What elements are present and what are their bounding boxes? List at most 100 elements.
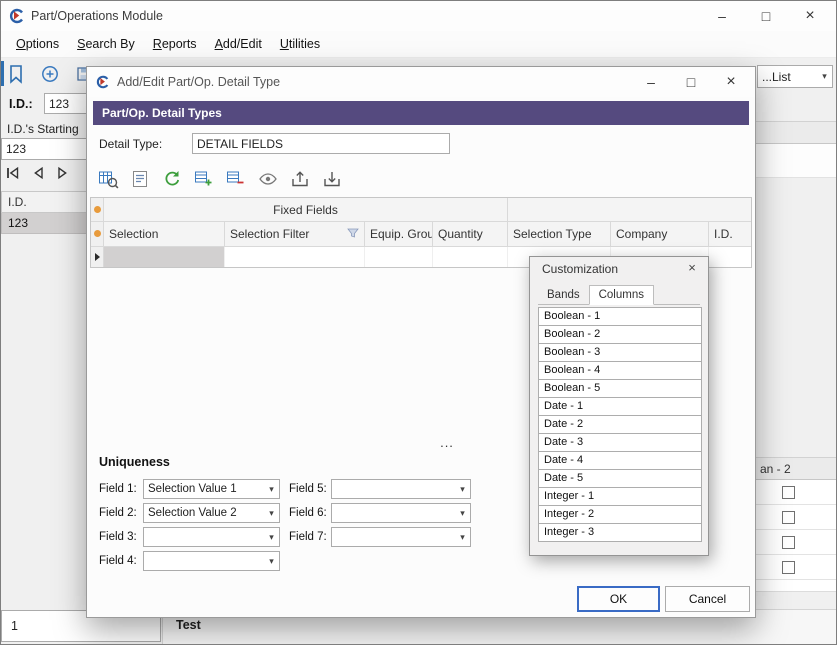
nav-next-icon[interactable] bbox=[53, 164, 73, 182]
dropdown-value: Selection Value 1 bbox=[144, 483, 264, 495]
tab-columns[interactable]: Columns bbox=[589, 285, 654, 305]
close-button[interactable]: × bbox=[788, 1, 832, 31]
customization-list-item[interactable]: Boolean - 5 bbox=[538, 379, 702, 398]
id-label: I.D.: bbox=[9, 97, 33, 111]
field-dropdown[interactable]: Selection Value 2▾ bbox=[143, 503, 280, 523]
col-selection-filter[interactable]: Selection Filter bbox=[225, 222, 365, 246]
field-dropdown[interactable]: ▾ bbox=[143, 527, 280, 547]
customization-list-item[interactable]: Integer - 3 bbox=[538, 523, 702, 542]
col-id[interactable]: I.D. bbox=[709, 222, 752, 246]
tab-bands[interactable]: Bands bbox=[538, 286, 589, 304]
customization-list-item[interactable]: Boolean - 1 bbox=[538, 307, 702, 326]
customization-list-item[interactable]: Date - 4 bbox=[538, 451, 702, 470]
customization-list-item[interactable]: Boolean - 2 bbox=[538, 325, 702, 344]
delete-row-icon[interactable] bbox=[225, 168, 247, 190]
eye-icon[interactable] bbox=[257, 168, 279, 190]
menu-bar: OptionsSearch ByReportsAdd/EditUtilities bbox=[1, 31, 836, 58]
field-dropdown[interactable]: ▾ bbox=[331, 527, 471, 547]
dialog-toolbar bbox=[97, 167, 343, 191]
background-grid-header bbox=[756, 121, 837, 144]
ok-button[interactable]: OK bbox=[577, 586, 660, 612]
customization-list-item[interactable]: Date - 5 bbox=[538, 469, 702, 488]
grid-search-icon[interactable] bbox=[97, 168, 119, 190]
chevron-down-icon[interactable]: ▾ bbox=[455, 508, 470, 519]
detail-type-input[interactable]: DETAIL FIELDS bbox=[192, 133, 450, 154]
col-selection-type[interactable]: Selection Type bbox=[508, 222, 611, 246]
nav-first-icon[interactable] bbox=[3, 164, 23, 182]
field-dropdown[interactable]: ▾ bbox=[331, 503, 471, 523]
chevron-down-icon[interactable]: ▾ bbox=[264, 484, 279, 495]
add-row-icon[interactable] bbox=[193, 168, 215, 190]
menu-item-options[interactable]: Options bbox=[7, 33, 68, 55]
form-view-icon[interactable] bbox=[129, 168, 151, 190]
row-indicator-cell bbox=[91, 247, 104, 267]
cell-selection[interactable] bbox=[104, 247, 225, 267]
col-company[interactable]: Company bbox=[611, 222, 709, 246]
field-dropdown[interactable]: ▾ bbox=[331, 479, 471, 499]
refresh-icon[interactable] bbox=[161, 168, 183, 190]
dialog-minimize-button[interactable]: – bbox=[631, 67, 671, 97]
ids-starting-input[interactable]: 123 bbox=[1, 138, 88, 160]
customization-panel: Customization × BandsColumns Boolean - 1… bbox=[529, 256, 709, 556]
chevron-down-icon[interactable]: ▾ bbox=[817, 71, 832, 82]
left-grid-selected-row[interactable]: 123 bbox=[1, 213, 88, 234]
checkbox[interactable] bbox=[782, 536, 795, 549]
cell-id[interactable] bbox=[709, 247, 752, 267]
menu-item-search-by[interactable]: Search By bbox=[68, 33, 144, 55]
chevron-down-icon[interactable]: ▾ bbox=[264, 532, 279, 543]
col-quantity[interactable]: Quantity bbox=[433, 222, 508, 246]
dialog-maximize-button[interactable]: □ bbox=[671, 67, 711, 97]
nav-prev-icon[interactable] bbox=[28, 164, 48, 182]
dialog-close-button[interactable]: × bbox=[711, 67, 751, 97]
customization-list-item[interactable]: Integer - 2 bbox=[538, 505, 702, 524]
customization-list-item[interactable]: Date - 1 bbox=[538, 397, 702, 416]
menu-item-utilities[interactable]: Utilities bbox=[271, 33, 329, 55]
band-fixed-fields[interactable]: Fixed Fields bbox=[104, 198, 508, 222]
checkbox[interactable] bbox=[782, 486, 795, 499]
chevron-down-icon[interactable]: ▾ bbox=[264, 556, 279, 567]
field-label: Field 7: bbox=[289, 531, 331, 543]
col-selection[interactable]: Selection bbox=[104, 222, 225, 246]
customization-list-item[interactable]: Date - 3 bbox=[538, 433, 702, 452]
chevron-down-icon[interactable]: ▾ bbox=[264, 508, 279, 519]
customization-list-item[interactable]: Date - 2 bbox=[538, 415, 702, 434]
main-window: Part/Operations Module – □ × OptionsSear… bbox=[0, 0, 837, 645]
customization-list-item[interactable]: Boolean - 4 bbox=[538, 361, 702, 380]
uniqueness-field-row: Field 7: ▾ bbox=[289, 527, 471, 547]
bookmark-icon[interactable] bbox=[5, 63, 27, 85]
menu-item-reports[interactable]: Reports bbox=[144, 33, 206, 55]
background-combo[interactable]: ...List ▾ bbox=[757, 65, 833, 88]
id-input[interactable]: 123 bbox=[44, 93, 89, 114]
right-panel-header[interactable]: an - 2 bbox=[756, 457, 837, 480]
cancel-button[interactable]: Cancel bbox=[665, 586, 750, 612]
cell-equip-group[interactable] bbox=[365, 247, 433, 267]
left-grid-header[interactable]: I.D. bbox=[1, 191, 88, 213]
menu-item-add-edit[interactable]: Add/Edit bbox=[206, 33, 271, 55]
table-row bbox=[756, 530, 837, 555]
customization-list-item[interactable]: Boolean - 3 bbox=[538, 343, 702, 362]
dialog-window-controls: – □ × bbox=[631, 67, 751, 97]
export-icon[interactable] bbox=[289, 168, 311, 190]
customization-list-item[interactable]: Integer - 1 bbox=[538, 487, 702, 506]
cell-quantity[interactable] bbox=[433, 247, 508, 267]
current-row-arrow-icon bbox=[95, 253, 100, 261]
import-icon[interactable] bbox=[321, 168, 343, 190]
filter-icon[interactable] bbox=[347, 227, 359, 241]
maximize-button[interactable]: □ bbox=[744, 1, 788, 31]
customization-close-icon[interactable]: × bbox=[684, 260, 700, 275]
minimize-button[interactable]: – bbox=[700, 1, 744, 31]
field-label: Field 5: bbox=[289, 483, 331, 495]
checkbox[interactable] bbox=[782, 511, 795, 524]
field-dropdown[interactable]: ▾ bbox=[143, 551, 280, 571]
checkbox[interactable] bbox=[782, 561, 795, 574]
col-equip-group[interactable]: Equip. Group bbox=[365, 222, 433, 246]
splitter-ellipsis[interactable]: ... bbox=[427, 435, 467, 450]
add-record-icon[interactable] bbox=[39, 63, 61, 85]
chevron-down-icon[interactable]: ▾ bbox=[455, 532, 470, 543]
dialog-icon bbox=[96, 75, 110, 92]
cell-selection-filter[interactable] bbox=[225, 247, 365, 267]
right-panel-rows bbox=[756, 480, 837, 592]
chevron-down-icon[interactable]: ▾ bbox=[455, 484, 470, 495]
band-non-fixed-fields[interactable]: Non-Fi bbox=[508, 198, 752, 222]
field-dropdown[interactable]: Selection Value 1▾ bbox=[143, 479, 280, 499]
